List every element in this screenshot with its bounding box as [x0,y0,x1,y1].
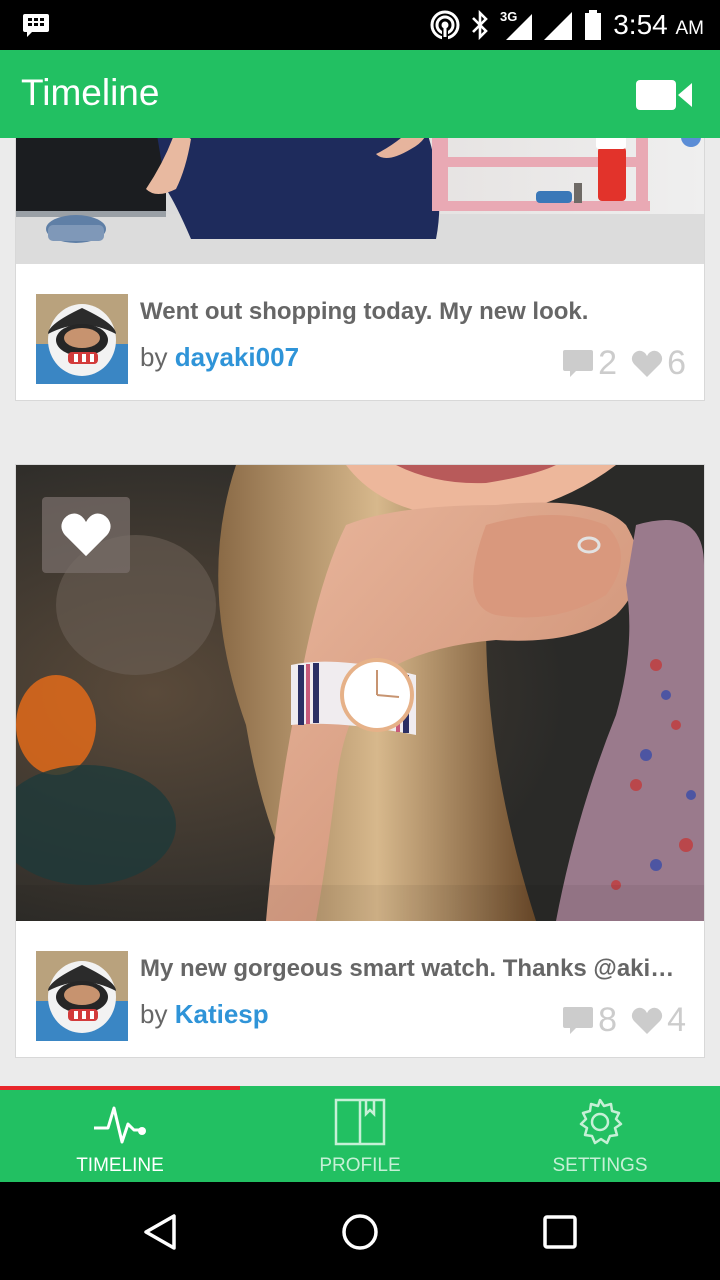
hotspot-icon [430,10,460,40]
signal-icon [544,12,572,40]
system-icons: 3G [430,9,602,40]
timeline-feed[interactable]: Went out shopping today. My new look. by… [0,138,720,1086]
likes-stat[interactable]: 4 [631,1001,686,1040]
tab-label: SETTINGS [552,1155,648,1176]
post-caption[interactable]: Went out shopping today. My new look. [140,298,688,326]
gear-icon [579,1098,623,1145]
comments-stat[interactable]: 2 [562,344,617,383]
comments-stat[interactable]: 8 [562,1001,617,1040]
post-stats: 8 4 [562,1001,686,1040]
bottom-navigation: TIMELINE PROFILE SETTINGS [0,1086,720,1182]
system-navigation-bar [0,1182,720,1280]
likes-stat[interactable]: 6 [631,344,686,383]
signal-3g-icon: 3G [500,9,534,40]
tab-label: TIMELINE [76,1155,164,1176]
comments-count: 2 [598,344,618,382]
back-icon[interactable] [138,1210,182,1254]
bluetooth-icon [472,10,488,40]
likes-count: 6 [667,344,686,382]
comment-icon [563,349,594,377]
heart-icon [631,350,663,377]
author-link[interactable]: dayaki007 [175,342,299,372]
pulse-icon [94,1106,146,1144]
tab-profile[interactable]: PROFILE [240,1086,480,1182]
tab-label: PROFILE [319,1155,401,1176]
app-bar: Timeline [0,50,720,138]
avatar[interactable] [36,951,128,1041]
post-photo[interactable] [16,138,704,264]
post-caption[interactable]: My new gorgeous smart watch. Thanks @aki… [140,955,688,983]
post-meta: My new gorgeous smart watch. Thanks @aki… [16,921,704,1057]
post-stats: 2 6 [562,344,686,383]
post-meta: Went out shopping today. My new look. by… [16,264,704,400]
clock-ampm: AM [675,18,705,39]
clock-time: 3:54 [613,9,668,40]
bbm-icon [23,14,49,37]
heart-icon [631,1007,663,1034]
by-label: by [140,999,168,1029]
likes-count: 4 [667,1001,686,1039]
comment-icon [563,1006,594,1034]
favorite-badge[interactable] [42,497,130,573]
recents-icon[interactable] [538,1210,582,1254]
status-bar: 3G 3:54 AM [0,0,720,50]
tab-settings[interactable]: SETTINGS [480,1086,720,1182]
tab-timeline[interactable]: TIMELINE [0,1086,240,1182]
clock: 3:54 AM [613,9,704,41]
by-label: by [140,342,168,372]
heart-icon [61,513,111,557]
post-card[interactable]: Went out shopping today. My new look. by… [15,138,705,401]
comments-count: 8 [598,1001,618,1039]
post-author: by dayaki007 [140,342,299,373]
video-camera-icon[interactable] [636,78,694,112]
post-author: by Katiesp [140,999,269,1030]
book-icon [334,1098,386,1146]
battery-icon [585,10,601,40]
avatar[interactable] [36,294,128,384]
author-link[interactable]: Katiesp [175,999,269,1029]
timeline-screen: 3G 3:54 AM Timeline Went out shopping to… [0,0,720,1280]
page-title: Timeline [21,72,160,113]
home-icon[interactable] [338,1210,382,1254]
post-photo-image [16,138,704,264]
post-card[interactable]: My new gorgeous smart watch. Thanks @aki… [15,464,705,1058]
post-photo[interactable] [16,465,704,921]
